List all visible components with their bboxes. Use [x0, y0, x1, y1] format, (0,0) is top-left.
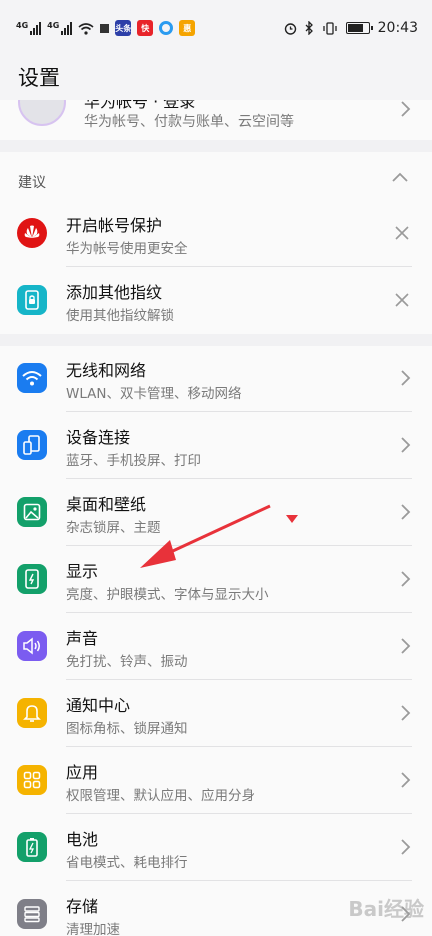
account-subtitle: 华为帐号、付款与账单、云空间等: [84, 114, 294, 130]
settings-item-subtitle: 权限管理、默认应用、应用分身: [66, 788, 255, 804]
avatar: [18, 100, 66, 126]
settings-item-subtitle: 蓝牙、手机投屏、打印: [66, 453, 201, 469]
wallpaper-icon: [17, 497, 47, 527]
section-label-suggestions: 建议: [18, 175, 46, 191]
suggestion-item-account-protection[interactable]: 开启帐号保护 华为帐号使用更安全: [0, 200, 432, 267]
wifi-status-icon: [78, 22, 94, 35]
settings-item-subtitle: 省电模式、耗电排行: [66, 855, 188, 871]
bluetooth-icon: [305, 21, 313, 35]
watermark: Bai经验: [348, 897, 424, 921]
settings-item-apps[interactable]: 应用 权限管理、默认应用、应用分身: [0, 747, 432, 814]
close-icon[interactable]: [394, 292, 410, 308]
account-card[interactable]: 华为帐号 · 登录 华为帐号、付款与账单、云空间等: [0, 100, 432, 140]
title-bar: [0, 56, 432, 100]
settings-item-display[interactable]: 显示 亮度、护眼模式、字体与显示大小: [0, 546, 432, 613]
settings-item-title: 通知中心: [66, 696, 131, 715]
chevron-right-icon: [401, 638, 411, 654]
settings-item-subtitle: 清理加速: [66, 922, 120, 936]
wifi-icon: [17, 363, 47, 393]
close-icon[interactable]: [394, 225, 410, 241]
storage-icon: [17, 899, 47, 929]
chevron-right-icon: [401, 772, 411, 788]
display-icon: [17, 564, 47, 594]
signal-icon: 4G: [47, 21, 73, 35]
settings-item-title: 无线和网络: [66, 361, 147, 380]
browser-app-icon: [159, 21, 174, 35]
status-bar: 4G 4G 头条 快 惠 20:43: [0, 0, 432, 56]
page-title: 设置: [18, 66, 60, 90]
settings-item-subtitle: WLAN、双卡管理、移动网络: [66, 386, 242, 402]
chevron-right-icon: [401, 370, 411, 386]
chevron-right-icon: [401, 437, 411, 453]
suggestion-title: 添加其他指纹: [66, 283, 163, 302]
settings-item-subtitle: 亮度、护眼模式、字体与显示大小: [66, 587, 269, 603]
signal-icon: 4G: [16, 21, 42, 35]
settings-item-subtitle: 免打扰、铃声、振动: [66, 654, 188, 670]
chevron-right-icon: [401, 101, 411, 117]
device-connect-icon: [17, 430, 47, 460]
shopping-app-icon: 惠: [179, 20, 196, 36]
battery-icon: [17, 832, 47, 862]
settings-item-notification-center[interactable]: 通知中心 图标角标、锁屏通知: [0, 680, 432, 747]
network-type-label: 4G: [16, 21, 29, 30]
settings-item-title: 桌面和壁纸: [66, 495, 147, 514]
suggestion-subtitle: 使用其他指纹解锁: [66, 308, 174, 324]
fingerprint-lock-icon: [17, 285, 47, 315]
settings-item-title: 声音: [66, 629, 99, 648]
chevron-right-icon: [401, 839, 411, 855]
settings-item-desktop-wallpaper[interactable]: 桌面和壁纸 杂志锁屏、主题: [0, 479, 432, 546]
alarm-icon: [284, 22, 296, 35]
settings-item-subtitle: 杂志锁屏、主题: [66, 520, 161, 536]
settings-item-sound[interactable]: 声音 免打扰、铃声、振动: [0, 613, 432, 680]
battery-status-icon: [345, 22, 373, 34]
settings-item-title: 应用: [66, 763, 99, 782]
settings-item-battery[interactable]: 电池 省电模式、耗电排行: [0, 814, 432, 881]
settings-item-device-connection[interactable]: 设备连接 蓝牙、手机投屏、打印: [0, 412, 432, 479]
settings-item-title: 存储: [66, 897, 99, 916]
clock: 20:43: [377, 20, 418, 36]
apps-grid-icon: [17, 765, 47, 795]
settings-item-subtitle: 图标角标、锁屏通知: [66, 721, 188, 737]
chevron-up-icon[interactable]: [392, 172, 408, 182]
vibrate-icon: [322, 21, 337, 35]
suggestion-title: 开启帐号保护: [66, 216, 163, 235]
settings-item-title: 设备连接: [66, 428, 131, 447]
huawei-logo-icon: [17, 218, 47, 248]
network-type-label: 4G: [47, 21, 60, 30]
stop-icon: [100, 23, 110, 33]
chevron-right-icon: [401, 705, 411, 721]
settings-item-title: 显示: [66, 562, 99, 581]
chevron-right-icon: [401, 504, 411, 520]
settings-item-wireless-network[interactable]: 无线和网络 WLAN、双卡管理、移动网络: [0, 345, 432, 412]
bell-icon: [17, 698, 47, 728]
chevron-right-icon: [401, 571, 411, 587]
settings-item-title: 电池: [66, 830, 99, 849]
speaker-icon: [17, 631, 47, 661]
suggestion-item-add-fingerprint[interactable]: 添加其他指纹 使用其他指纹解锁: [0, 267, 432, 334]
video-app-icon: 快: [137, 20, 154, 36]
suggestion-subtitle: 华为帐号使用更安全: [66, 241, 188, 257]
news-app-icon: 头条: [115, 20, 132, 36]
